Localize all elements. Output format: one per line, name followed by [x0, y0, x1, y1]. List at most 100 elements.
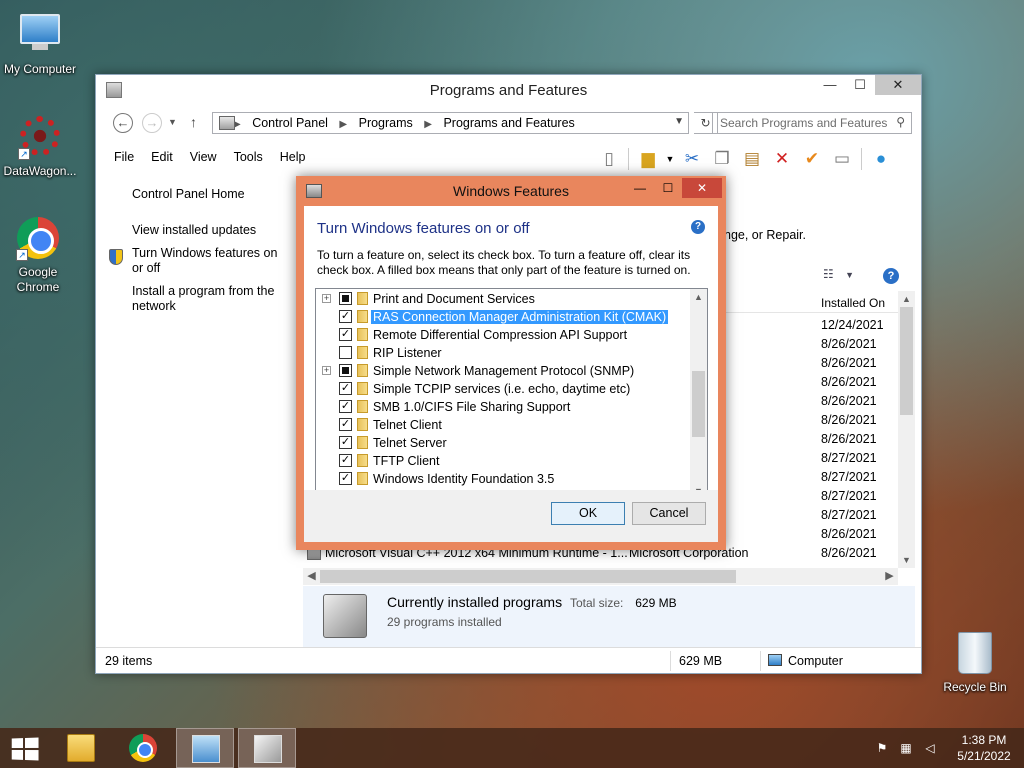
copy-icon[interactable]: ❐ [707, 146, 737, 172]
feature-row[interactable]: ✓ Windows Identity Foundation 3.5 [316, 470, 694, 488]
scroll-thumb[interactable] [900, 307, 913, 415]
globe-icon[interactable]: ● [866, 146, 896, 172]
taskbar-file-explorer[interactable] [52, 728, 110, 768]
dialog-minimize-button[interactable]: — [626, 178, 654, 198]
column-installed-on[interactable]: Installed On [821, 296, 885, 310]
dialog-maximize-button[interactable]: ☐ [654, 178, 682, 198]
feature-checkbox[interactable]: ✓ [339, 400, 352, 413]
paste-icon[interactable]: ▤ [737, 146, 767, 172]
menu-view[interactable]: View [182, 150, 226, 170]
taskbar-chrome[interactable] [114, 728, 172, 768]
feature-row[interactable]: RIP Listener [316, 344, 694, 362]
feature-checkbox[interactable] [339, 346, 352, 359]
feature-checkbox[interactable] [339, 292, 352, 305]
feature-checkbox[interactable]: ✓ [339, 472, 352, 485]
forward-button[interactable]: → [142, 113, 162, 133]
scroll-down-icon[interactable]: ▼ [898, 552, 915, 568]
control-panel-icon [192, 735, 220, 763]
properties-folder-icon[interactable]: ▆ [633, 146, 663, 172]
feature-row[interactable]: ✓ Telnet Server [316, 434, 694, 452]
folder-icon [357, 310, 368, 323]
action-center-flag-icon[interactable]: ⚑ [874, 741, 890, 755]
view-installed-updates-link[interactable]: View installed updates [132, 223, 256, 238]
control-panel-home-link[interactable]: Control Panel Home [132, 187, 245, 202]
address-dropdown-icon[interactable]: ▼ [674, 116, 684, 127]
scroll-up-icon[interactable]: ▲ [690, 289, 707, 305]
feature-checkbox[interactable]: ✓ [339, 382, 352, 395]
toolbar: ▯ ▆ ▼ ✂ ❐ ▤ ✕ ✔ ▭ ● [594, 145, 896, 173]
desktop-icon-recycle-bin[interactable]: Recycle Bin [935, 632, 1015, 695]
cut-icon[interactable]: ✂ [677, 146, 707, 172]
address-bar[interactable]: ▶ Control Panel ▶ Programs ▶ Programs an… [212, 112, 689, 134]
install-from-network-link[interactable]: Install a program from the network [132, 284, 292, 314]
breadcrumb-programs[interactable]: Programs [359, 116, 413, 130]
back-button[interactable]: ← [113, 113, 133, 133]
menu-file[interactable]: File [106, 150, 143, 170]
feature-row[interactable]: ✓ SMB 1.0/CIFS File Sharing Support [316, 398, 694, 416]
chevron-right-icon[interactable]: ▶ [424, 119, 432, 130]
scroll-thumb[interactable] [692, 371, 705, 437]
feature-checkbox[interactable]: ✓ [339, 436, 352, 449]
feature-row[interactable]: + Simple Network Management Protocol (SNM… [316, 362, 694, 380]
feature-checkbox[interactable]: ✓ [339, 454, 352, 467]
turn-windows-features-link[interactable]: Turn Windows features on or off [132, 246, 292, 276]
breadcrumb-control-panel[interactable]: Control Panel [252, 116, 328, 130]
help-icon[interactable]: ? [883, 268, 899, 284]
scroll-up-icon[interactable]: ▲ [898, 291, 915, 307]
cancel-button[interactable]: Cancel [632, 502, 706, 525]
expand-plus-icon[interactable]: + [322, 366, 331, 375]
maximize-button[interactable]: ☐ [845, 75, 875, 95]
expand-plus-icon[interactable]: + [322, 294, 331, 303]
feature-checkbox[interactable]: ✓ [339, 310, 352, 323]
tree-vertical-scrollbar[interactable]: ▲ ▼ [690, 289, 707, 499]
menu-bar: File Edit View Tools Help [106, 150, 314, 170]
scroll-right-icon[interactable]: ▶ [881, 568, 898, 585]
close-button[interactable]: ✕ [875, 75, 921, 95]
feature-row[interactable]: ✓ Telnet Client [316, 416, 694, 434]
help-icon[interactable]: ? [691, 220, 705, 234]
volume-muted-icon[interactable]: ◁ [922, 741, 938, 755]
feature-row[interactable]: ✓ Simple TCPIP services (i.e. echo, dayti… [316, 380, 694, 398]
feature-checkbox[interactable] [339, 364, 352, 377]
window-titlebar[interactable]: Programs and Features — ☐ ✕ [96, 75, 921, 105]
start-button-windows-icon[interactable] [11, 737, 39, 761]
list-vertical-scrollbar[interactable]: ▲ ▼ [898, 291, 915, 568]
search-input[interactable]: Search Programs and Features ⚲ [712, 112, 912, 134]
minimize-button[interactable]: — [815, 75, 845, 95]
toolbar-dropdown-icon[interactable]: ▼ [663, 146, 677, 172]
list-horizontal-scrollbar[interactable]: ◀ ▶ [303, 568, 898, 585]
delete-icon[interactable]: ✕ [767, 146, 797, 172]
breadcrumb-programs-and-features[interactable]: Programs and Features [443, 116, 574, 130]
desktop-icon-datawagon[interactable]: ↗ DataWagon... [0, 114, 80, 179]
feature-row[interactable]: + Print and Document Services [316, 290, 694, 308]
desktop-icon-my-computer[interactable]: My Computer [0, 10, 80, 77]
dialog-close-button[interactable]: ✕ [682, 178, 722, 198]
network-icon[interactable]: ▦ [898, 741, 914, 755]
desktop-icon-google-chrome[interactable]: ↗ Google Chrome [0, 216, 78, 295]
layout-pane-icon[interactable]: ▯ [594, 146, 624, 172]
feature-checkbox[interactable]: ✓ [339, 418, 352, 431]
ok-button[interactable]: OK [551, 502, 625, 525]
feature-checkbox[interactable]: ✓ [339, 328, 352, 341]
scroll-thumb[interactable] [320, 570, 736, 583]
recent-locations-dropdown[interactable]: ▼ [168, 117, 177, 127]
view-options[interactable]: ☷ ▼ [823, 267, 854, 281]
taskbar-programs-features[interactable] [238, 728, 296, 768]
up-button[interactable]: ↑ [190, 114, 197, 130]
refresh-icon: ↻ [700, 116, 711, 130]
feature-label: RAS Connection Manager Administration Ki… [371, 310, 669, 324]
taskbar-clock[interactable]: 1:38 PM 5/21/2022 [948, 732, 1020, 764]
taskbar-control-panel[interactable] [176, 728, 234, 768]
feature-row[interactable]: ✓ TFTP Client [316, 452, 694, 470]
check-icon[interactable]: ✔ [797, 146, 827, 172]
menu-help[interactable]: Help [272, 150, 315, 170]
menu-tools[interactable]: Tools [226, 150, 272, 170]
chevron-right-icon[interactable]: ▶ [339, 119, 347, 130]
menu-edit[interactable]: Edit [143, 150, 182, 170]
navigation-bar: ← → ▼ ↑ ▶ Control Panel ▶ Programs ▶ Pro… [106, 111, 912, 135]
scroll-left-icon[interactable]: ◀ [303, 568, 320, 585]
feature-row[interactable]: ✓ RAS Connection Manager Administration K… [316, 308, 694, 326]
feature-label: Telnet Server [373, 436, 447, 450]
rename-icon[interactable]: ▭ [827, 146, 857, 172]
feature-row[interactable]: ✓ Remote Differential Compression API Sup… [316, 326, 694, 344]
